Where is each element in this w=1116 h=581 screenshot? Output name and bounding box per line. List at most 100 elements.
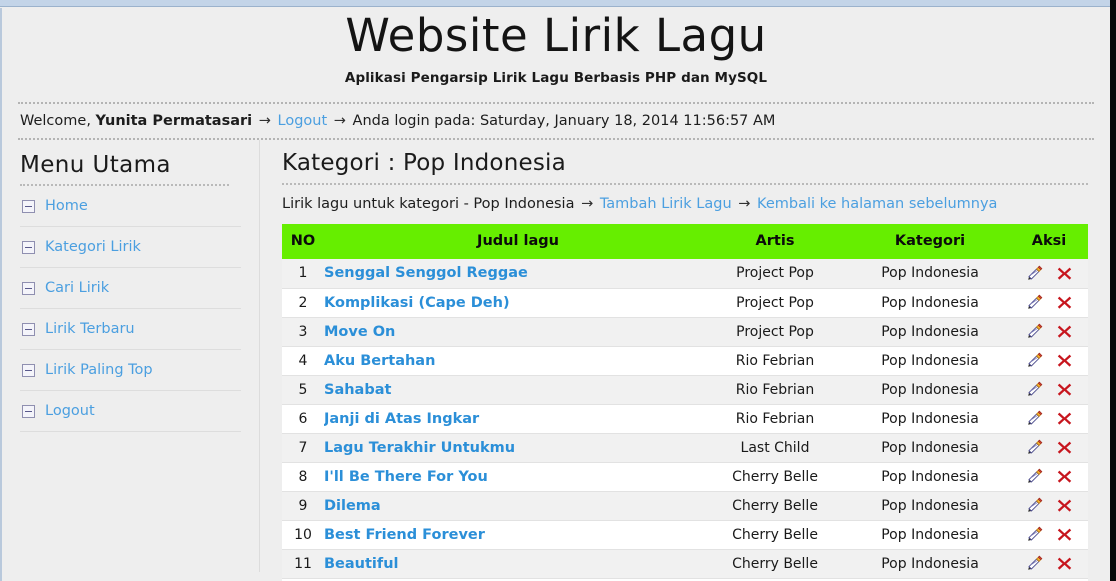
cell-artis: Rio Febrian [700,375,850,405]
cell-no: 1 [282,259,324,289]
cell-judul: Janji di Atas Ingkar [324,404,700,434]
cell-artis: Cherry Belle [700,520,850,550]
song-title-link[interactable]: Komplikasi (Cape Deh) [324,295,510,311]
sidebar-menu: Home Kategori Lirik Cari Lirik Lirik Ter… [20,186,259,432]
red-x-delete-icon[interactable] [1056,468,1073,485]
song-title-link[interactable]: Beautiful [324,556,399,572]
sidebar-item-cari-lirik[interactable]: Cari Lirik [20,268,241,309]
breadcrumb: Lirik lagu untuk kategori - Pop Indonesi… [282,185,1088,224]
pencil-edit-icon[interactable] [1026,352,1043,369]
table-row: 11 Beautiful Cherry Belle Pop Indonesia [282,549,1088,579]
song-title-link[interactable]: Move On [324,324,395,340]
sidebar-link-logout[interactable]: Logout [20,391,241,431]
pencil-edit-icon[interactable] [1026,439,1043,456]
song-title-link[interactable]: Dilema [324,498,381,514]
sidebar-item-logout[interactable]: Logout [20,391,241,432]
red-x-delete-icon[interactable] [1056,323,1073,340]
cell-judul: Senggal Senggol Reggae [324,259,700,289]
column-header-aksi[interactable]: Aksi [1010,224,1088,259]
cell-no: 3 [282,317,324,347]
logout-link[interactable]: Logout [278,113,328,129]
red-x-delete-icon[interactable] [1056,526,1073,543]
minus-box-icon [22,240,35,254]
column-header-artis[interactable]: Artis [700,224,850,259]
add-lirik-link[interactable]: Tambah Lirik Lagu [600,196,732,212]
song-title-link[interactable]: Senggal Senggol Reggae [324,265,528,281]
cell-no: 6 [282,404,324,434]
cell-kategori: Pop Indonesia [850,346,1010,376]
red-x-delete-icon[interactable] [1056,381,1073,398]
sidebar-item-label: Lirik Paling Top [45,362,153,378]
sidebar-item-lirik-paling-top[interactable]: Lirik Paling Top [20,350,241,391]
song-title-link[interactable]: Janji di Atas Ingkar [324,411,479,427]
table-row: 7 Lagu Terakhir Untukmu Last Child Pop Indo… [282,433,1088,463]
cell-aksi [1010,491,1088,521]
table-row: 8 I'll Be There For You Cherry Belle Pop In… [282,462,1088,492]
lirik-table-body: 1 Senggal Senggol Reggae Project Pop Pop In… [282,259,1088,581]
cell-judul: I'll Be There For You [324,462,700,492]
sidebar-link-lirik-terbaru[interactable]: Lirik Terbaru [20,309,241,349]
cell-judul: Beautiful [324,549,700,579]
pencil-edit-icon[interactable] [1026,323,1043,340]
cell-kategori: Pop Indonesia [850,404,1010,434]
cell-judul: Sahabat [324,375,700,405]
song-title-link[interactable]: Aku Bertahan [324,353,435,369]
sidebar-heading: Menu Utama [20,152,171,178]
red-x-delete-icon[interactable] [1056,497,1073,514]
site-masthead: Website Lirik Lagu Aplikasi Pengarsip Li… [2,8,1110,92]
sidebar-link-lirik-paling-top[interactable]: Lirik Paling Top [20,350,241,390]
cell-aksi [1010,462,1088,492]
cell-aksi [1010,520,1088,550]
minus-box-icon [22,404,35,418]
sidebar-link-home[interactable]: Home [20,186,241,226]
sidebar-link-cari-lirik[interactable]: Cari Lirik [20,268,241,308]
pencil-edit-icon[interactable] [1026,381,1043,398]
pencil-edit-icon[interactable] [1026,265,1043,282]
sidebar-link-kategori-lirik[interactable]: Kategori Lirik [20,227,241,267]
sidebar-item-lirik-terbaru[interactable]: Lirik Terbaru [20,309,241,350]
sidebar-item-home[interactable]: Home [20,186,241,227]
red-x-delete-icon[interactable] [1056,439,1073,456]
pencil-edit-icon[interactable] [1026,497,1043,514]
red-x-delete-icon[interactable] [1056,352,1073,369]
red-x-delete-icon[interactable] [1056,294,1073,311]
table-row: 2 Komplikasi (Cape Deh) Project Pop Pop Ind… [282,288,1088,318]
column-header-kategori[interactable]: Kategori [850,224,1010,259]
red-x-delete-icon[interactable] [1056,555,1073,572]
lirik-table-head: NO Judul lagu Artis Kategori Aksi [282,224,1088,259]
cell-no: 2 [282,288,324,318]
pencil-edit-icon[interactable] [1026,410,1043,427]
song-title-link[interactable]: I'll Be There For You [324,469,488,485]
pencil-edit-icon[interactable] [1026,555,1043,572]
back-link[interactable]: Kembali ke halaman sebelumnya [757,196,997,212]
pencil-edit-icon[interactable] [1026,526,1043,543]
sidebar-item-label: Kategori Lirik [45,239,141,255]
column-header-no[interactable]: NO [282,224,324,259]
cell-artis: Project Pop [700,288,850,318]
cell-artis: Project Pop [700,317,850,347]
pencil-edit-icon[interactable] [1026,468,1043,485]
body-columns: Menu Utama Home Kategori Lirik Cari Liri… [2,140,1110,581]
cell-artis: Cherry Belle [700,549,850,579]
cell-kategori: Pop Indonesia [850,491,1010,521]
song-title-link[interactable]: Sahabat [324,382,391,398]
table-header-row: NO Judul lagu Artis Kategori Aksi [282,224,1088,259]
red-x-delete-icon[interactable] [1056,265,1073,282]
red-x-delete-icon[interactable] [1056,410,1073,427]
table-row: 3 Move On Project Pop Pop Indonesia [282,317,1088,347]
cell-kategori: Pop Indonesia [850,433,1010,463]
column-header-judul[interactable]: Judul lagu [324,224,700,259]
table-row: 1 Senggal Senggol Reggae Project Pop Pop In… [282,259,1088,289]
cell-aksi [1010,549,1088,579]
breadcrumb-arrow-1: → [581,196,594,212]
song-title-link[interactable]: Best Friend Forever [324,527,485,543]
cell-aksi [1010,317,1088,347]
main-content: Kategori : Pop Indonesia Lirik lagu untu… [260,140,1110,581]
minus-box-icon [22,322,35,336]
sidebar: Menu Utama Home Kategori Lirik Cari Liri… [2,140,260,572]
minus-box-icon [22,363,35,377]
pencil-edit-icon[interactable] [1026,294,1043,311]
cell-no: 4 [282,346,324,376]
sidebar-item-kategori-lirik[interactable]: Kategori Lirik [20,227,241,268]
song-title-link[interactable]: Lagu Terakhir Untukmu [324,440,515,456]
